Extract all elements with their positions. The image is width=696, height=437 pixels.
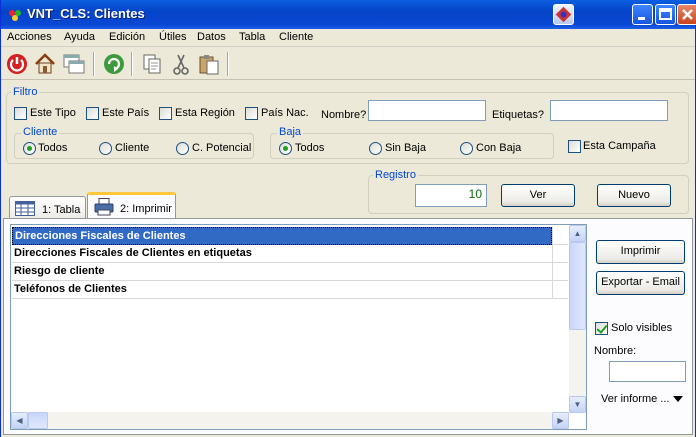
- informes-list: Direcciones Fiscales de Clientes Direcci…: [10, 224, 587, 430]
- ver-button[interactable]: Ver: [501, 184, 575, 207]
- esta-region-checkbox[interactable]: [159, 107, 172, 120]
- list-item-cell: [552, 263, 568, 281]
- scroll-down-button[interactable]: ▼: [569, 396, 586, 413]
- baja-con-radio[interactable]: [460, 142, 473, 155]
- nombre-input[interactable]: [368, 100, 486, 121]
- list-item[interactable]: Teléfonos de Clientes: [12, 281, 552, 299]
- window: VNT_CLS: Clientes Acciones Ayuda Edición…: [0, 0, 696, 437]
- side-nombre-label: Nombre:: [594, 345, 637, 357]
- hscroll-thumb[interactable]: [28, 412, 48, 429]
- cliente-legend: Cliente: [21, 126, 60, 138]
- window-title: VNT_CLS: Clientes: [27, 6, 145, 21]
- list-item-cell: [552, 245, 568, 263]
- esta-campana-checkbox[interactable]: [568, 140, 581, 153]
- menu-tabla[interactable]: Tabla: [239, 31, 265, 43]
- esta-region-label: Esta Región: [175, 107, 235, 119]
- chevron-down-icon[interactable]: [673, 395, 683, 403]
- menu-cliente[interactable]: Cliente: [279, 31, 313, 43]
- paste-icon[interactable]: [197, 52, 221, 76]
- scroll-left-button[interactable]: ◀: [11, 412, 28, 429]
- menu-bar: Acciones Ayuda Edición Útiles Datos Tabl…: [1, 29, 695, 47]
- filtro-legend: Filtro: [11, 86, 40, 98]
- scroll-right-button[interactable]: ▶: [552, 412, 569, 429]
- minimize-button[interactable]: [632, 4, 653, 25]
- scroll-up-button[interactable]: ▲: [569, 225, 586, 242]
- app-icon: [9, 10, 21, 21]
- registro-value-field[interactable]: 10: [415, 184, 487, 207]
- list-item[interactable]: Direcciones Fiscales de Clientes: [12, 227, 552, 245]
- cliente-potencial-radio[interactable]: [176, 142, 189, 155]
- menu-acciones[interactable]: Acciones: [7, 31, 52, 43]
- side-nombre-input[interactable]: [609, 361, 686, 382]
- cut-icon[interactable]: [169, 52, 193, 76]
- printer-icon: [94, 198, 114, 216]
- list-item-cell: [552, 227, 568, 245]
- este-tipo-checkbox[interactable]: [14, 107, 27, 120]
- baja-con-label: Con Baja: [476, 142, 522, 154]
- close-button[interactable]: [677, 4, 696, 25]
- vertical-scrollbar[interactable]: ▲ ▼: [569, 225, 586, 413]
- windows-icon[interactable]: [62, 52, 86, 76]
- solo-visibles-label: Solo visibles: [611, 322, 673, 334]
- tab-imprimir-label: 2: Imprimir: [120, 203, 172, 215]
- help-tool-button[interactable]: [553, 4, 574, 25]
- tab-tabla[interactable]: 1: Tabla: [9, 196, 86, 219]
- baja-legend: Baja: [277, 126, 304, 138]
- scroll-thumb[interactable]: [569, 242, 586, 330]
- cliente-todos-label: Todos: [38, 142, 68, 154]
- etiquetas-input[interactable]: [550, 100, 668, 121]
- toolbar-separator: [227, 52, 229, 76]
- home-icon[interactable]: [33, 52, 57, 76]
- menu-ayuda[interactable]: Ayuda: [64, 31, 95, 43]
- cliente-cliente-radio[interactable]: [99, 142, 112, 155]
- esta-campana-label: Esta Campaña: [583, 140, 656, 152]
- etiquetas-label: Etiquetas?: [492, 109, 544, 121]
- list-item[interactable]: Direcciones Fiscales de Clientes en etiq…: [12, 245, 552, 263]
- table-icon: [15, 201, 35, 216]
- solo-visibles-checkbox[interactable]: [595, 322, 608, 335]
- baja-sin-radio[interactable]: [369, 142, 382, 155]
- menu-datos[interactable]: Datos: [197, 31, 226, 43]
- menu-utiles[interactable]: Útiles: [159, 31, 187, 43]
- tool-icon: [555, 6, 572, 23]
- toolbar-separator: [131, 52, 133, 76]
- cliente-potencial-label: C. Potencial: [192, 142, 252, 154]
- cliente-cliente-label: Cliente: [115, 142, 150, 154]
- pais-nac-label: País Nac.: [261, 107, 309, 119]
- maximize-icon: [659, 8, 672, 20]
- menu-edicion[interactable]: Edición: [109, 31, 145, 43]
- list-item-cell: [552, 281, 568, 299]
- imprimir-button[interactable]: Imprimir: [596, 240, 685, 264]
- baja-todos-label: Todos: [295, 142, 325, 154]
- copy-icon[interactable]: [140, 52, 164, 76]
- refresh-icon[interactable]: [102, 52, 126, 76]
- tab-tabla-label: 1: Tabla: [42, 204, 81, 216]
- title-bar[interactable]: VNT_CLS: Clientes: [1, 0, 696, 29]
- toolbar-separator: [93, 52, 95, 76]
- pais-nac-checkbox[interactable]: [245, 107, 258, 120]
- close-icon: [682, 9, 693, 20]
- exportar-email-button[interactable]: Exportar - Email: [596, 271, 685, 295]
- power-icon[interactable]: [5, 52, 29, 76]
- nombre-label: Nombre?: [321, 109, 367, 121]
- minimize-icon: [638, 17, 645, 20]
- horizontal-scrollbar[interactable]: ◀ ▶: [11, 412, 569, 429]
- registro-legend: Registro: [373, 169, 418, 181]
- este-pais-checkbox[interactable]: [86, 107, 99, 120]
- tab-imprimir[interactable]: 2: Imprimir: [87, 192, 176, 219]
- maximize-button[interactable]: [655, 4, 676, 25]
- list-item[interactable]: Riesgo de cliente: [12, 263, 552, 281]
- toolbar: [1, 48, 695, 80]
- cliente-todos-radio[interactable]: [23, 142, 36, 155]
- ver-informe-label[interactable]: Ver informe ...: [601, 393, 669, 405]
- baja-todos-radio[interactable]: [279, 142, 292, 155]
- este-pais-label: Este País: [102, 107, 150, 119]
- baja-sin-label: Sin Baja: [385, 142, 426, 154]
- nuevo-button[interactable]: Nuevo: [597, 184, 671, 207]
- este-tipo-label: Este Tipo: [30, 107, 76, 119]
